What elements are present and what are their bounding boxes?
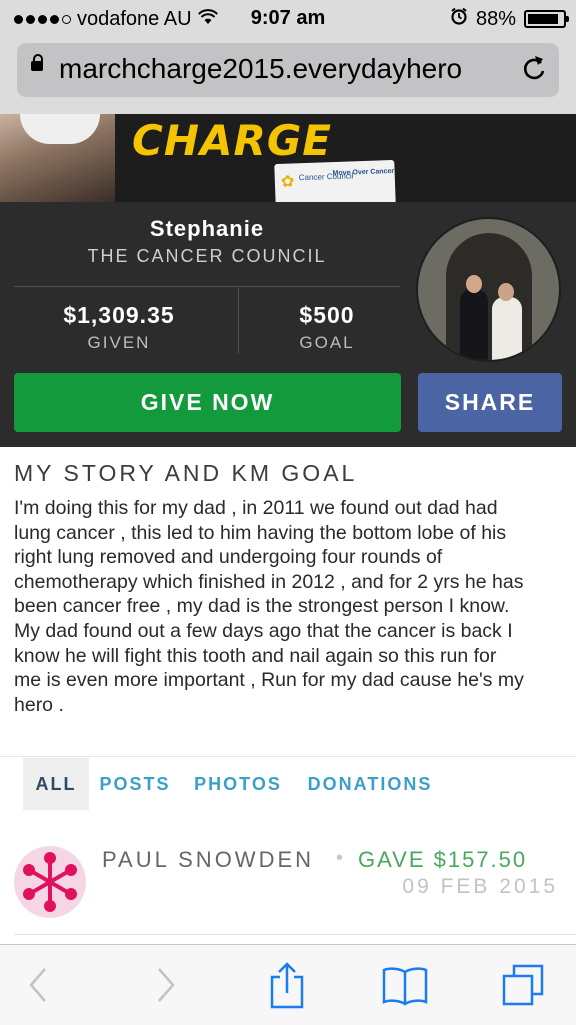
alarm-icon xyxy=(450,7,468,31)
daffodil-icon: ✿ xyxy=(280,173,295,191)
given-amount: $1,309.35 xyxy=(63,302,175,328)
separator-dot: • xyxy=(336,847,344,869)
divider xyxy=(14,286,400,287)
sponsor-tagline: Move Over Cancer xyxy=(332,167,395,178)
reload-icon[interactable] xyxy=(521,53,547,91)
battery-percent: 88% xyxy=(475,7,516,30)
tabs-icon[interactable] xyxy=(498,961,548,1009)
donation-date: 09 FEB 2015 xyxy=(402,875,558,898)
battery-icon xyxy=(524,10,569,28)
profile-panel: Stephanie THE CANCER COUNCIL $1,309.35 G… xyxy=(0,202,576,447)
athlete-image xyxy=(0,114,115,202)
banner-headline: CHARGE xyxy=(132,116,332,165)
profile-organisation: THE CANCER COUNCIL xyxy=(87,246,327,266)
status-right: 88% xyxy=(450,7,569,31)
browser-toolbar xyxy=(0,944,576,1025)
back-icon[interactable] xyxy=(14,961,64,1009)
donation-amount: GAVE $157.50 xyxy=(358,847,528,872)
browser-url-area: marchcharge2015.everydayhero xyxy=(0,38,576,115)
give-now-button[interactable]: GIVE NOW xyxy=(14,373,401,432)
status-bar: vodafone AU 9:07 am 88% xyxy=(0,0,576,38)
donor-name[interactable]: PAUL SNOWDEN xyxy=(102,847,314,873)
profile-photo xyxy=(416,217,561,362)
bookmarks-icon[interactable] xyxy=(380,961,430,1009)
donor-avatar-pattern xyxy=(23,852,77,912)
lock-icon xyxy=(31,54,43,71)
stat-divider xyxy=(238,288,239,354)
tab-all[interactable]: ALL xyxy=(23,758,89,810)
tab-donations[interactable]: DONATIONS xyxy=(302,758,438,810)
goal-label: GOAL xyxy=(299,333,355,352)
story-heading: MY STORY AND KM GOAL xyxy=(14,460,358,486)
share-button[interactable]: SHARE xyxy=(418,373,562,432)
url-text[interactable]: marchcharge2015.everydayhero xyxy=(59,53,519,85)
divider xyxy=(14,934,576,935)
forward-icon[interactable] xyxy=(140,961,190,1009)
profile-name: Stephanie xyxy=(149,216,265,241)
sponsor-logo: ✿ Cancer Council Move Over Cancer xyxy=(274,159,396,202)
donor-avatar xyxy=(14,846,86,918)
activity-tabs: ALL POSTS PHOTOS DONATIONS xyxy=(0,756,576,811)
story-text: I'm doing this for my dad , in 2011 we f… xyxy=(14,497,524,716)
campaign-banner: CHARGE ✿ Cancer Council Move Over Cancer xyxy=(0,114,576,202)
goal-amount: $500 xyxy=(299,302,355,328)
tab-photos[interactable]: PHOTOS xyxy=(190,758,286,810)
share-icon[interactable] xyxy=(262,961,312,1009)
address-bar[interactable]: marchcharge2015.everydayhero xyxy=(17,43,559,97)
given-label: GIVEN xyxy=(87,333,151,352)
tab-posts[interactable]: POSTS xyxy=(96,758,174,810)
